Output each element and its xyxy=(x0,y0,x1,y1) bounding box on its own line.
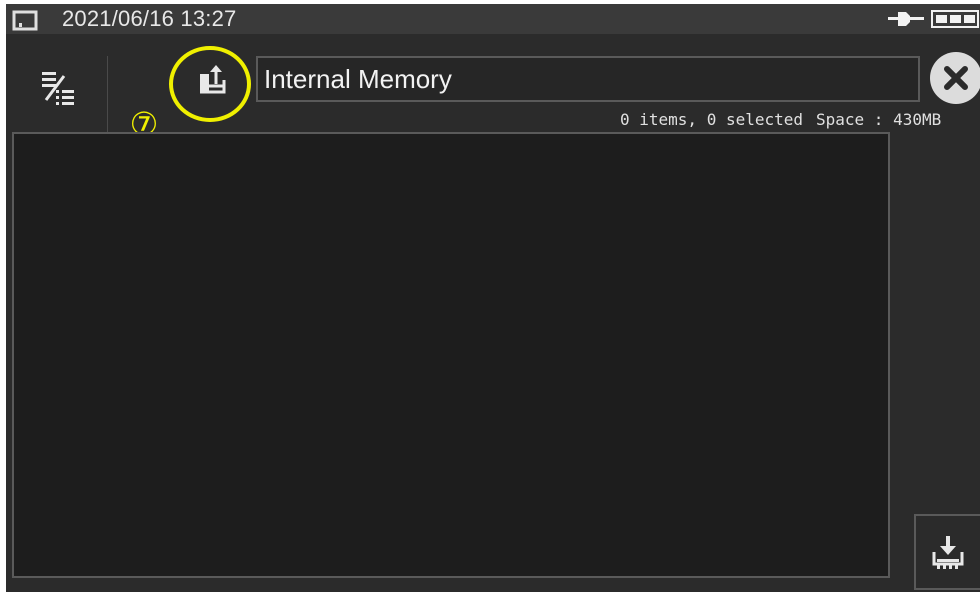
right-panel xyxy=(906,132,980,578)
close-icon xyxy=(944,66,968,90)
close-button[interactable] xyxy=(930,52,980,104)
sd-card-icon xyxy=(12,10,38,31)
file-list[interactable] xyxy=(12,132,890,578)
file-browser-screen: 2021/06/16 13:27 ⑦ Internal Memory 0 ite… xyxy=(6,4,980,592)
power-plug-icon xyxy=(888,10,979,28)
status-bar: 2021/06/16 13:27 xyxy=(6,4,980,34)
list-view-button[interactable] xyxy=(12,56,108,132)
selection-count: 0 items, 0 selected xyxy=(620,110,804,129)
battery-icon xyxy=(931,10,979,28)
free-space: Space : 430MB xyxy=(816,110,942,129)
location-field[interactable]: Internal Memory xyxy=(256,56,920,102)
list-view-icon xyxy=(42,72,74,105)
annotation-highlight-circle xyxy=(169,46,251,122)
save-download-icon xyxy=(932,536,964,569)
storage-info: 0 items, 0 selected Space : 430MB xyxy=(606,108,978,132)
save-button[interactable] xyxy=(914,514,980,590)
date-time: 2021/06/16 13:27 xyxy=(62,6,237,31)
